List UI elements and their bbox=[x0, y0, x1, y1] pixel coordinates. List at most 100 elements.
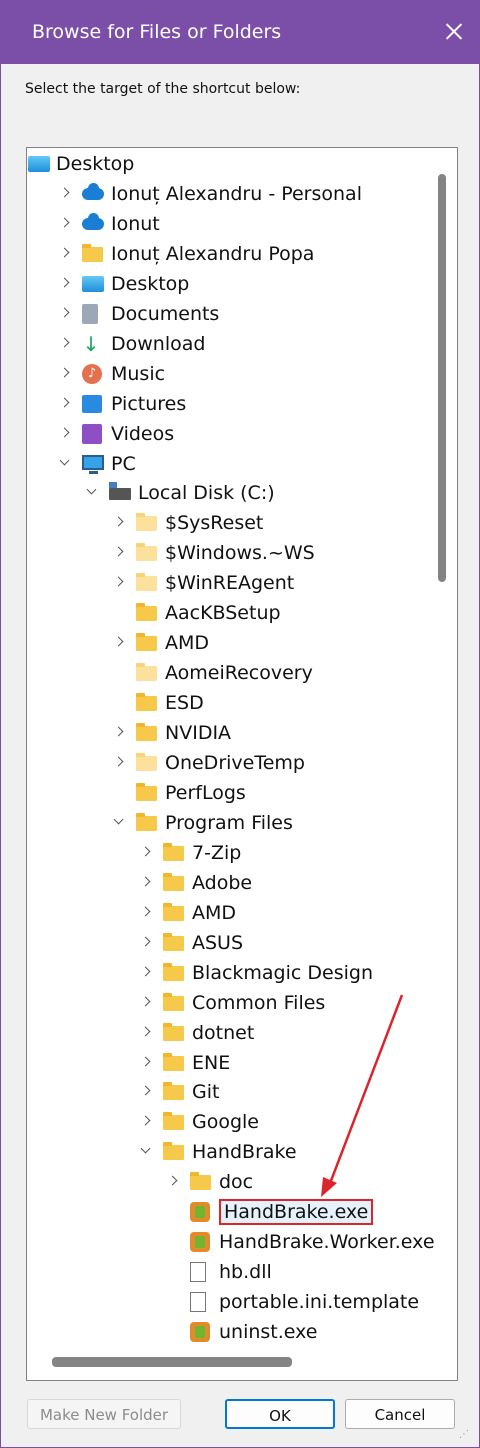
tree-item[interactable]: $Windows.~WS bbox=[27, 539, 457, 567]
tree-item[interactable]: AacKBSetup bbox=[27, 599, 457, 627]
tree-item[interactable]: ENE bbox=[27, 1049, 457, 1077]
chevron-right-icon[interactable] bbox=[115, 728, 125, 738]
local-disk-icon bbox=[109, 482, 131, 501]
tree-item[interactable]: dotnet bbox=[27, 1019, 457, 1047]
tree-item[interactable]: Ionuț Alexandru - Personal bbox=[27, 180, 457, 208]
tree-item[interactable]: Ionuț Alexandru Popa bbox=[27, 240, 457, 268]
chevron-right-icon[interactable] bbox=[61, 399, 71, 409]
tree-item[interactable]: Google bbox=[27, 1108, 457, 1136]
tree-item[interactable]: Git bbox=[27, 1078, 457, 1106]
tree-item[interactable]: PerfLogs bbox=[27, 779, 457, 807]
chevron-right-icon[interactable] bbox=[115, 518, 125, 528]
chevron-right-icon[interactable] bbox=[142, 938, 152, 948]
chevron-right-icon[interactable] bbox=[142, 848, 152, 858]
chevron-right-icon[interactable] bbox=[115, 578, 125, 588]
tree-item[interactable]: hb.dll bbox=[27, 1258, 457, 1286]
folder-icon bbox=[136, 753, 157, 771]
chevron-right-icon[interactable] bbox=[142, 908, 152, 918]
chevron-right-icon[interactable] bbox=[115, 548, 125, 558]
chevron-right-icon[interactable] bbox=[61, 339, 71, 349]
chevron-right-icon[interactable] bbox=[142, 1087, 152, 1097]
tree-item[interactable]: uninst.exe bbox=[27, 1318, 457, 1346]
tree-item[interactable]: Videos bbox=[27, 420, 457, 448]
ok-button[interactable]: OK bbox=[225, 1399, 335, 1429]
tree-item-label: Blackmagic Design bbox=[192, 961, 373, 984]
vertical-scrollbar[interactable] bbox=[438, 174, 446, 582]
tree-item[interactable]: Ionut bbox=[27, 210, 457, 238]
tree-item[interactable]: Desktop bbox=[27, 150, 457, 178]
tree-item[interactable]: AMD bbox=[27, 629, 457, 657]
tree-item[interactable]: Blackmagic Design bbox=[27, 959, 457, 987]
tree-item[interactable]: portable.ini.template bbox=[27, 1288, 457, 1316]
tree-item[interactable]: Adobe bbox=[27, 869, 457, 897]
horizontal-scrollbar[interactable] bbox=[52, 1357, 292, 1367]
tree-item[interactable]: OneDriveTemp bbox=[27, 749, 457, 777]
folder-icon bbox=[163, 1112, 184, 1131]
tree-item[interactable]: HandBrake bbox=[27, 1138, 457, 1166]
tree-item[interactable]: PC bbox=[27, 450, 457, 478]
tree-item[interactable]: Pictures bbox=[27, 390, 457, 418]
chevron-right-icon[interactable] bbox=[61, 219, 71, 229]
resize-grip-icon[interactable]: ⋰ bbox=[459, 1429, 473, 1443]
pictures-icon bbox=[82, 394, 102, 413]
chevron-right-icon[interactable] bbox=[115, 758, 125, 768]
handbrake-exe-icon bbox=[190, 1232, 210, 1253]
folder-icon bbox=[163, 1142, 184, 1161]
cancel-button[interactable]: Cancel bbox=[345, 1399, 455, 1429]
folder-tree[interactable]: Desktop Ionuț Alexandru - Personal Ionut Io… bbox=[26, 147, 458, 1381]
tree-item[interactable]: AMD bbox=[27, 899, 457, 927]
chevron-right-icon[interactable] bbox=[169, 1177, 179, 1187]
tree-item[interactable]: AomeiRecovery bbox=[27, 659, 457, 687]
tree-item[interactable]: Desktop bbox=[27, 270, 457, 298]
chevron-right-icon[interactable] bbox=[142, 1028, 152, 1038]
tree-item[interactable]: ↓ Download bbox=[27, 330, 457, 358]
chevron-right-icon[interactable] bbox=[142, 968, 152, 978]
tree-item[interactable]: HandBrake.exe bbox=[27, 1198, 457, 1226]
chevron-right-icon[interactable] bbox=[142, 1117, 152, 1127]
chevron-right-icon[interactable] bbox=[61, 189, 71, 199]
tree-item[interactable]: ♪ Music bbox=[27, 360, 457, 388]
tree-item-label: HandBrake.exe bbox=[219, 1199, 374, 1226]
chevron-right-icon[interactable] bbox=[61, 369, 71, 379]
tree-item-label: HandBrake.Worker.exe bbox=[219, 1231, 435, 1254]
folder-icon bbox=[136, 603, 157, 622]
tree-item-label: Local Disk (C:) bbox=[138, 482, 275, 505]
tree-item[interactable]: 7-Zip bbox=[27, 839, 457, 867]
tree-item[interactable]: doc bbox=[27, 1168, 457, 1196]
tree-item[interactable]: ESD bbox=[27, 689, 457, 717]
tree-item[interactable]: $WinREAgent bbox=[27, 569, 457, 597]
tree-item-label: PC bbox=[111, 452, 136, 475]
close-icon[interactable] bbox=[437, 15, 471, 49]
title-bar[interactable]: Browse for Files or Folders bbox=[1, 1, 479, 64]
chevron-right-icon[interactable] bbox=[115, 638, 125, 648]
tree-item-label: ENE bbox=[192, 1051, 231, 1074]
tree-item[interactable]: Common Files bbox=[27, 989, 457, 1017]
tree-item-label: Common Files bbox=[192, 991, 326, 1014]
chevron-down-icon[interactable] bbox=[88, 488, 98, 498]
chevron-right-icon[interactable] bbox=[61, 429, 71, 439]
chevron-right-icon[interactable] bbox=[61, 249, 71, 259]
tree-item-label: Music bbox=[111, 362, 166, 385]
tree-item[interactable]: HandBrake.Worker.exe bbox=[27, 1228, 457, 1256]
folder-icon bbox=[136, 812, 157, 831]
chevron-right-icon[interactable] bbox=[142, 1058, 152, 1068]
chevron-down-icon[interactable] bbox=[61, 459, 71, 469]
chevron-right-icon[interactable] bbox=[61, 279, 71, 289]
tree-item[interactable]: ASUS bbox=[27, 929, 457, 957]
chevron-down-icon[interactable] bbox=[115, 818, 125, 828]
chevron-right-icon[interactable] bbox=[61, 309, 71, 319]
chevron-right-icon[interactable] bbox=[142, 878, 152, 888]
tree-item[interactable]: Documents bbox=[27, 300, 457, 328]
pc-icon bbox=[82, 454, 104, 474]
handbrake-exe-icon bbox=[190, 1202, 210, 1223]
dialog-title: Browse for Files or Folders bbox=[32, 21, 282, 43]
tree-item[interactable]: NVIDIA bbox=[27, 719, 457, 747]
tree-item[interactable]: $SysReset bbox=[27, 509, 457, 537]
chevron-down-icon[interactable] bbox=[142, 1147, 152, 1157]
chevron-right-icon[interactable] bbox=[142, 998, 152, 1008]
tree-item[interactable]: Program Files bbox=[27, 809, 457, 837]
folder-icon bbox=[163, 962, 184, 981]
tree-item-label: Adobe bbox=[192, 871, 253, 894]
tree-item[interactable]: Local Disk (C:) bbox=[27, 479, 457, 507]
make-new-folder-button[interactable]: Make New Folder bbox=[27, 1399, 181, 1429]
